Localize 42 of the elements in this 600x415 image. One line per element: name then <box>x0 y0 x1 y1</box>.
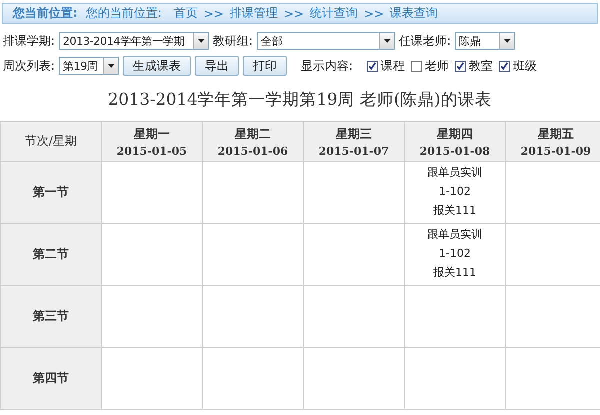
checkbox-label: 教室 <box>469 58 494 74</box>
toolbar-button[interactable]: 打印 <box>243 56 288 76</box>
table-header: 星期四 2015-01-08 <box>404 122 506 162</box>
table-header: 星期一 2015-01-05 <box>102 122 202 162</box>
toolbar-button[interactable]: 导出 <box>195 56 240 76</box>
lesson-entry: 跟单员实训 1-102 报关111 <box>404 162 506 224</box>
breadcrumb-link[interactable]: 课表查询 <box>390 5 438 22</box>
group-select[interactable]: 全部 <box>257 32 396 50</box>
period-header: 第二节 <box>0 224 102 286</box>
field-label: 排课学期: <box>3 32 56 50</box>
field-label: 周次列表: <box>3 58 56 74</box>
breadcrumb-separator: >> <box>204 6 224 20</box>
checkbox[interactable] <box>499 60 510 72</box>
period-header: 第一节 <box>0 162 102 224</box>
field-label: 任课老师: <box>399 32 452 50</box>
period-header: 第四节 <box>0 348 102 410</box>
table-header: 星期三 2015-01-07 <box>304 122 404 162</box>
period-header: 第三节 <box>0 286 102 348</box>
breadcrumb-link[interactable]: 首页 <box>174 5 198 22</box>
breadcrumb-link[interactable]: 排课管理 <box>230 5 278 22</box>
checkbox[interactable] <box>455 60 466 72</box>
term-select[interactable]: 2013-2014学年第一学期 <box>59 32 210 50</box>
checkbox-label: 课程 <box>381 58 406 74</box>
table-header: 节次/星期 <box>0 122 102 162</box>
breadcrumb-heading: 您当前位置: <box>12 5 79 22</box>
timetable-title: 2013-2014学年第一学期第19周 老师(陈鼎)的课表 <box>107 89 493 111</box>
field-label: 显示内容: <box>301 58 354 74</box>
teacher-select[interactable]: 陈鼎 <box>455 32 516 50</box>
week-select[interactable]: 第19周 <box>59 57 120 75</box>
field-label: 教研组: <box>213 32 254 50</box>
breadcrumb-link[interactable]: 统计查询 <box>310 5 358 22</box>
breadcrumb-separator: >> <box>364 6 384 20</box>
checkbox-label: 班级 <box>513 58 538 74</box>
table-header: 星期二 2015-01-06 <box>202 122 304 162</box>
checkbox[interactable] <box>367 60 378 72</box>
toolbar-button[interactable]: 生成课表 <box>123 56 192 76</box>
table-header: 星期五 2015-01-09 <box>506 122 600 162</box>
breadcrumb-label: 您的当前位置: <box>86 5 162 22</box>
checkbox-label: 老师 <box>425 58 450 74</box>
breadcrumb-separator: >> <box>284 6 304 20</box>
lesson-entry: 跟单员实训 1-102 报关111 <box>404 224 506 286</box>
checkbox[interactable] <box>411 60 422 72</box>
